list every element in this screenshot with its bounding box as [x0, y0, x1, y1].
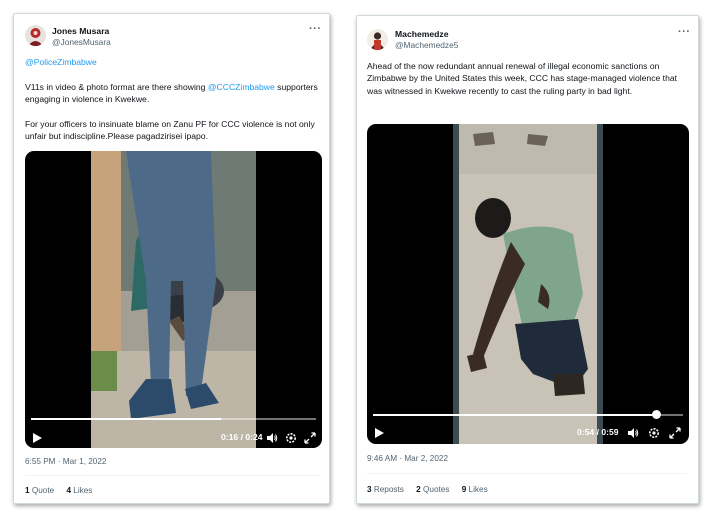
- mention-link[interactable]: @PoliceZimbabwe: [25, 57, 97, 67]
- author-name[interactable]: Machemedze: [395, 29, 449, 39]
- settings-icon[interactable]: [648, 426, 660, 438]
- tweet-text: Ahead of the now redundant annual renewa…: [367, 61, 678, 96]
- more-icon[interactable]: ···: [309, 23, 322, 35]
- fullscreen-icon[interactable]: [669, 426, 681, 439]
- stat-count: 9: [461, 485, 467, 494]
- avatar[interactable]: [367, 29, 388, 50]
- tweet-text: @PoliceZimbabwe: [25, 56, 321, 68]
- video-time: 0:16 / 0:24: [221, 432, 263, 442]
- tweet-timestamp[interactable]: 9:46 AM · Mar 2, 2022: [367, 454, 448, 463]
- author-handle[interactable]: @Machemedze5: [395, 40, 458, 50]
- volume-icon[interactable]: [627, 426, 639, 438]
- stat-count: 1: [25, 486, 30, 495]
- tweet-stats: 3 Reposts 2 Quotes 9 Likes: [367, 485, 498, 494]
- stat-likes[interactable]: 4 Likes: [66, 486, 92, 495]
- tweet-card-right: Machemedze @Machemedze5 ··· Ahead of the…: [356, 15, 699, 504]
- progress-fill: [373, 414, 657, 416]
- play-icon[interactable]: [31, 431, 43, 443]
- stat-count: 4: [66, 486, 71, 495]
- stat-quotes[interactable]: 2 Quotes: [416, 485, 449, 494]
- video-time: 0:54 / 0:59: [577, 427, 619, 437]
- stat-count: 3: [367, 485, 372, 494]
- tweet-text: For your officers to insinuate blame on …: [25, 119, 315, 142]
- stat-label: Likes: [468, 485, 488, 494]
- author-handle[interactable]: @JonesMusara: [52, 37, 111, 47]
- more-icon[interactable]: ···: [678, 26, 691, 38]
- tweet-text-segment: V11s in video & photo format are there s…: [25, 82, 208, 92]
- fullscreen-icon[interactable]: [304, 431, 316, 444]
- divider: [367, 473, 687, 474]
- video-player[interactable]: 0:16 / 0:24: [25, 151, 322, 448]
- stat-label: Reposts: [373, 485, 404, 494]
- video-player[interactable]: 0:54 / 0:59: [367, 124, 689, 444]
- scrub-handle[interactable]: [652, 410, 662, 419]
- video-frame: [453, 124, 603, 444]
- stat-count: 2: [416, 485, 421, 494]
- stat-quotes[interactable]: 1 Quote: [25, 486, 54, 495]
- video-frame: [91, 151, 256, 448]
- progress-fill: [31, 418, 222, 420]
- stat-reposts[interactable]: 3 Reposts: [367, 485, 404, 494]
- divider: [25, 475, 320, 476]
- tweet-card-left: Jones Musara @JonesMusara ··· @PoliceZim…: [13, 13, 330, 504]
- tweet-stats: 1 Quote 4 Likes: [25, 486, 102, 495]
- tweet-text: V11s in video & photo format are there s…: [25, 81, 321, 106]
- stat-label: Likes: [73, 486, 93, 495]
- stat-label: Quotes: [423, 485, 450, 494]
- settings-icon[interactable]: [285, 431, 297, 443]
- progress-bar[interactable]: [373, 414, 683, 416]
- mention-link[interactable]: @CCCZimbabwe: [208, 82, 275, 92]
- author-name[interactable]: Jones Musara: [52, 26, 109, 36]
- tweet-timestamp[interactable]: 6:55 PM · Mar 1, 2022: [25, 457, 106, 466]
- volume-icon[interactable]: [266, 431, 278, 443]
- progress-bar[interactable]: [31, 418, 316, 420]
- avatar[interactable]: [25, 25, 46, 46]
- stat-label: Quote: [31, 486, 55, 495]
- play-icon[interactable]: [373, 426, 385, 438]
- stat-likes[interactable]: 9 Likes: [462, 485, 488, 494]
